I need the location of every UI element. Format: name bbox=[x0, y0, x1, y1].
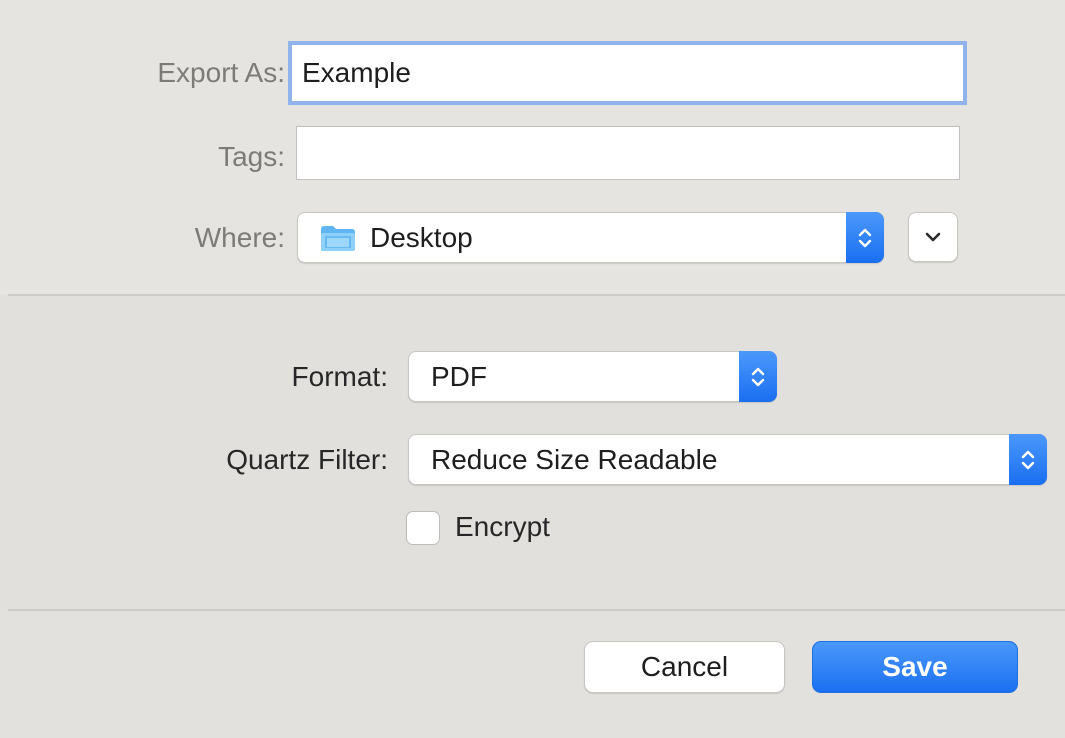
format-value: PDF bbox=[431, 360, 487, 392]
save-button[interactable]: Save bbox=[812, 641, 1018, 693]
quartz-filter-popup[interactable]: Reduce Size Readable bbox=[408, 434, 1047, 485]
export-dialog: Export As: Example Tags: Where: Desktop … bbox=[0, 0, 1065, 738]
format-label: Format: bbox=[291, 361, 388, 392]
quartz-filter-stepper[interactable] bbox=[1009, 434, 1047, 485]
folder-icon bbox=[321, 225, 355, 251]
format-stepper[interactable] bbox=[739, 351, 777, 402]
export-as-value: Example bbox=[302, 57, 411, 88]
where-label: Where: bbox=[194, 222, 285, 253]
format-popup[interactable]: PDF bbox=[408, 351, 777, 402]
up-down-chevron-icon bbox=[1021, 450, 1035, 469]
tags-label: Tags: bbox=[218, 141, 285, 172]
quartz-filter-value: Reduce Size Readable bbox=[431, 443, 718, 475]
encrypt-label[interactable]: Encrypt bbox=[455, 511, 550, 543]
where-popup[interactable]: Desktop bbox=[297, 212, 884, 263]
where-value: Desktop bbox=[370, 221, 473, 253]
up-down-chevron-icon bbox=[858, 228, 872, 247]
cancel-button[interactable]: Cancel bbox=[584, 641, 785, 693]
export-as-label: Export As: bbox=[157, 57, 285, 88]
where-stepper[interactable] bbox=[846, 212, 884, 263]
expand-browser-button[interactable] bbox=[908, 212, 958, 262]
encrypt-checkbox[interactable] bbox=[406, 511, 440, 545]
tags-field[interactable] bbox=[296, 126, 960, 180]
chevron-down-icon bbox=[925, 232, 941, 242]
up-down-chevron-icon bbox=[751, 367, 765, 386]
quartz-filter-label: Quartz Filter: bbox=[226, 444, 388, 475]
export-as-field[interactable]: Example bbox=[288, 41, 967, 105]
